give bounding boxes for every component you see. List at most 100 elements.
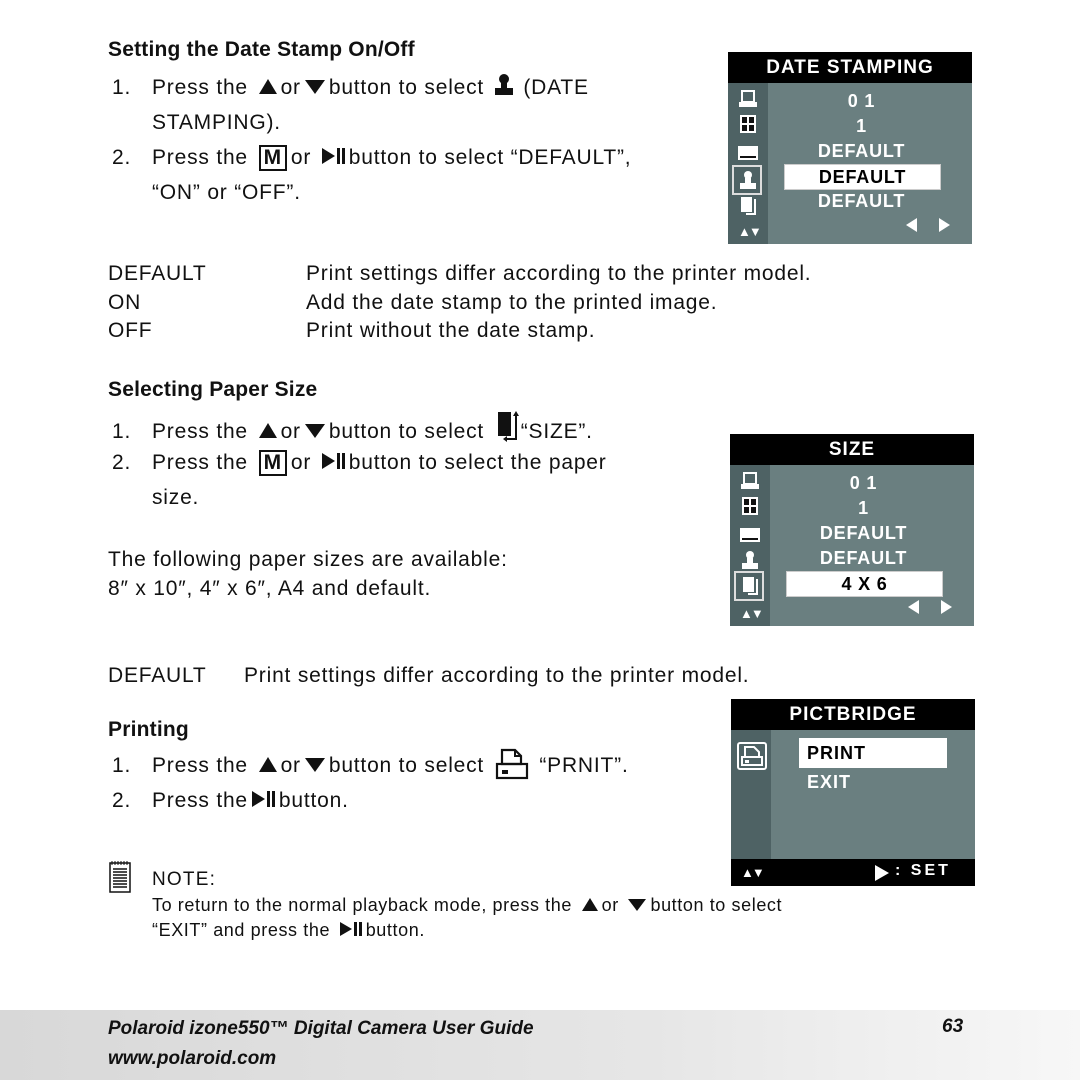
size-definition: DEFAULT Print settings differ according t… [108, 658, 749, 693]
definition-row: DEFAULT Print settings differ according t… [108, 260, 811, 289]
step-number: 1. [112, 76, 132, 99]
play-pause-icon [339, 922, 362, 937]
step-text: (DATE [523, 76, 589, 99]
note-line: To return to the normal playback mode, p… [152, 893, 782, 918]
layout-grid-icon [740, 115, 756, 133]
page-number: 63 [942, 1016, 964, 1037]
step-text: or [280, 76, 301, 99]
lcd-row-selected: 4 X 6 [786, 571, 943, 597]
step-number: 2. [112, 451, 132, 474]
size-step-2: 2. Press the Mor button to select the pap… [112, 445, 607, 480]
size-step-2-cont: size. [152, 486, 200, 509]
step-text: Press the [152, 754, 248, 777]
date-step-2: 2. Press the Mor button to select “DEFAUL… [112, 140, 631, 175]
heading-date-stamp: Setting the Date Stamp On/Off [108, 38, 415, 61]
lcd-row-selected: DEFAULT [784, 164, 941, 190]
step-text: button to select the paper [348, 451, 607, 474]
definition-desc: Print without the date stamp. [306, 319, 596, 342]
step-text: or [290, 451, 312, 474]
lcd-row: DEFAULT [819, 523, 908, 543]
footer-title: Polaroid izone550™ Digital Camera User G… [108, 1018, 534, 1039]
print-icon [737, 742, 767, 770]
definition-desc: Print settings differ according to the p… [244, 664, 750, 687]
print-icon [495, 748, 528, 780]
step-number: 2. [112, 146, 132, 169]
heading-paper-size: Selecting Paper Size [108, 378, 318, 401]
lcd-row: 1 [858, 498, 869, 518]
right-arrow-icon [941, 600, 952, 614]
menu-button-icon: M [258, 145, 287, 171]
definition-desc: Add the date stamp to the printed image. [306, 290, 718, 314]
note-text-part: button. [365, 920, 425, 940]
up-arrow-icon [258, 422, 277, 438]
paragraph-line: The following paper sizes are available: [108, 548, 508, 571]
step-text: Press the [152, 789, 248, 812]
left-right-arrows [906, 218, 950, 232]
lcd-row: DEFAULT [819, 548, 908, 568]
down-arrow-icon [304, 758, 325, 773]
step-text: Press the [152, 451, 248, 474]
lcd-title: SIZE [730, 434, 974, 465]
down-arrow-icon [304, 80, 325, 95]
up-down-icon: ▲▼ [741, 865, 765, 880]
stamp-icon [740, 171, 756, 189]
step-text: Press the [152, 146, 248, 169]
border-icon [738, 146, 758, 160]
stamp-icon [742, 551, 758, 569]
lcd-row: DEFAULT [817, 141, 906, 161]
step-text: or [290, 146, 312, 169]
lcd-sidebar [731, 730, 771, 859]
definition-term: DEFAULT [108, 664, 207, 687]
printer-icon [739, 90, 757, 107]
note-line: “EXIT” and press the button. [152, 918, 782, 943]
lcd-row: 0 1 [847, 91, 876, 111]
up-arrow-icon [581, 897, 598, 911]
layout-grid-icon [742, 497, 758, 515]
step-text: button to select “DEFAULT”, [348, 146, 632, 169]
play-pause-icon [321, 453, 345, 470]
step-text: button to select [328, 754, 485, 777]
lcd-title: DATE STAMPING [728, 52, 972, 83]
step-text: button to select [328, 76, 485, 99]
step-text: or [280, 754, 301, 777]
lcd-footer-set: : SET [895, 862, 951, 879]
note-text-part: button to select [650, 895, 783, 915]
down-arrow-icon [628, 899, 647, 912]
definition-row: ON Add the date stamp to the printed imag… [108, 289, 811, 318]
definition-term: ON [108, 290, 142, 314]
lcd-sidebar: ▲▼ [730, 465, 770, 626]
left-arrow-icon [906, 218, 917, 232]
step-text: or [280, 420, 301, 443]
paragraph-line: 8″ x 10″, 4″ x 6″, A4 and default. [108, 577, 432, 600]
step-number: 2. [112, 789, 132, 812]
size-step-1: 1. Press the or button to select “SIZE”. [112, 410, 593, 449]
lcd-pictbridge: PICTBRIDGE PRINT EXIT ▲▼ : SET [731, 699, 975, 886]
lcd-footer-bar: ▲▼ : SET [731, 859, 975, 886]
paper-size-icon [741, 197, 756, 215]
up-down-icon: ▲▼ [738, 224, 762, 239]
step-number: 1. [112, 754, 132, 777]
paper-size-icon [497, 411, 519, 442]
date-step-2-cont: “ON” or “OFF”. [152, 181, 301, 204]
note-text-part: or [601, 895, 619, 915]
step-text: Press the [152, 76, 248, 99]
step-number: 1. [112, 420, 132, 443]
definition-term: OFF [108, 319, 153, 342]
print-step-1: 1. Press the or button to select “PRNIT”. [112, 748, 629, 783]
lcd-title: PICTBRIDGE [731, 699, 975, 730]
date-step-1: 1. Press the or button to select (DATE [112, 70, 589, 105]
lcd-row: EXIT [807, 772, 852, 792]
step-text: button to select [328, 420, 485, 443]
play-pause-icon [251, 791, 275, 808]
paper-size-icon [743, 577, 758, 595]
stamp-icon [494, 74, 513, 95]
definition-row: OFF Print without the date stamp. [108, 317, 811, 346]
note-text-part: To return to the normal playback mode, p… [152, 895, 573, 915]
note-icon [109, 861, 131, 893]
note-label: NOTE: [152, 869, 217, 890]
lcd-row: DEFAULT [817, 191, 906, 211]
definition-desc: Print settings differ according to the p… [306, 262, 812, 285]
left-right-arrows [908, 600, 952, 614]
lcd-row: 0 1 [849, 473, 878, 493]
lcd-size: SIZE ▲▼ 0 1 1 DEFAULT DEFAULT 4 X 6 [730, 434, 974, 626]
